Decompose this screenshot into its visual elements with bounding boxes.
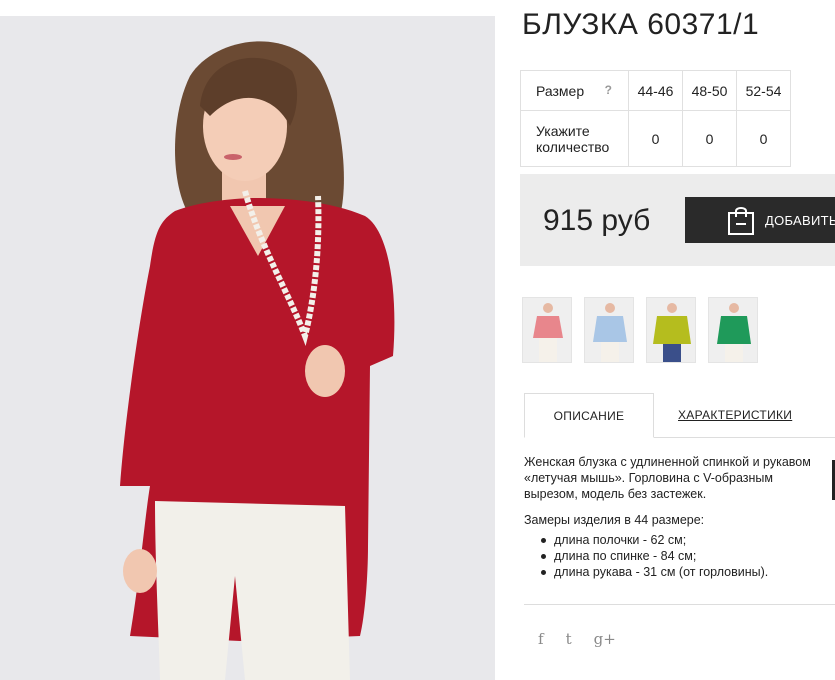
price-bar: 915 руб ДОБАВИТЬ bbox=[520, 174, 835, 266]
size-label-cell: Размер ? bbox=[520, 70, 629, 111]
color-thumbnails bbox=[522, 297, 758, 363]
measures-title: Замеры изделия в 44 размере: bbox=[524, 513, 705, 527]
googleplus-icon[interactable]: g+ bbox=[594, 630, 616, 648]
quantity-input[interactable]: 0 bbox=[628, 110, 683, 167]
add-to-cart-button[interactable]: ДОБАВИТЬ bbox=[685, 197, 835, 243]
size-option: 48-50 bbox=[682, 70, 737, 111]
facebook-icon[interactable]: f bbox=[538, 630, 544, 648]
thumbnail-image bbox=[523, 298, 571, 362]
list-item: длина по спинке - 84 см; bbox=[538, 548, 814, 564]
tab-description[interactable]: ОПИСАНИЕ bbox=[524, 393, 654, 438]
thumbnail-green[interactable] bbox=[708, 297, 758, 363]
tab-characteristics[interactable]: ХАРАКТЕРИСТИКИ bbox=[678, 408, 792, 422]
thumbnail-image bbox=[709, 298, 757, 362]
size-quantity-table: Размер ? 44-46 48-50 52-54 Укажите колич… bbox=[520, 70, 791, 167]
thumbnail-blue[interactable] bbox=[584, 297, 634, 363]
size-label: Размер bbox=[536, 82, 585, 99]
description-panel: Женская блузка с удлиненной спинкой и ру… bbox=[524, 454, 814, 580]
size-option: 52-54 bbox=[736, 70, 791, 111]
quantity-input[interactable]: 0 bbox=[736, 110, 791, 167]
list-item: длина полочки - 62 см; bbox=[538, 532, 814, 548]
list-item: длина рукава - 31 см (от горловины). bbox=[538, 564, 814, 580]
thumbnail-pink[interactable] bbox=[522, 297, 572, 363]
product-title: БЛУЗКА 60371/1 bbox=[522, 8, 760, 41]
divider bbox=[524, 604, 835, 605]
thumbnail-image bbox=[585, 298, 633, 362]
price: 915 руб bbox=[543, 204, 651, 237]
twitter-icon[interactable]: t bbox=[566, 630, 572, 648]
description-text: Женская блузка с удлиненной спинкой и ру… bbox=[524, 455, 811, 501]
product-photo-illustration bbox=[0, 16, 495, 680]
thumbnail-olive[interactable] bbox=[646, 297, 696, 363]
size-help-icon[interactable]: ? bbox=[605, 83, 612, 97]
add-to-cart-label: ДОБАВИТЬ bbox=[765, 212, 835, 228]
shopping-bag-icon bbox=[728, 207, 754, 235]
product-photo bbox=[0, 16, 495, 680]
size-option: 44-46 bbox=[628, 70, 683, 111]
quantity-label: Укажите количество bbox=[520, 110, 629, 167]
measures-list: длина полочки - 62 см; длина по спинке -… bbox=[524, 532, 814, 580]
social-share: f t g+ bbox=[538, 630, 616, 648]
thumbnail-image bbox=[647, 298, 695, 362]
quantity-input[interactable]: 0 bbox=[682, 110, 737, 167]
